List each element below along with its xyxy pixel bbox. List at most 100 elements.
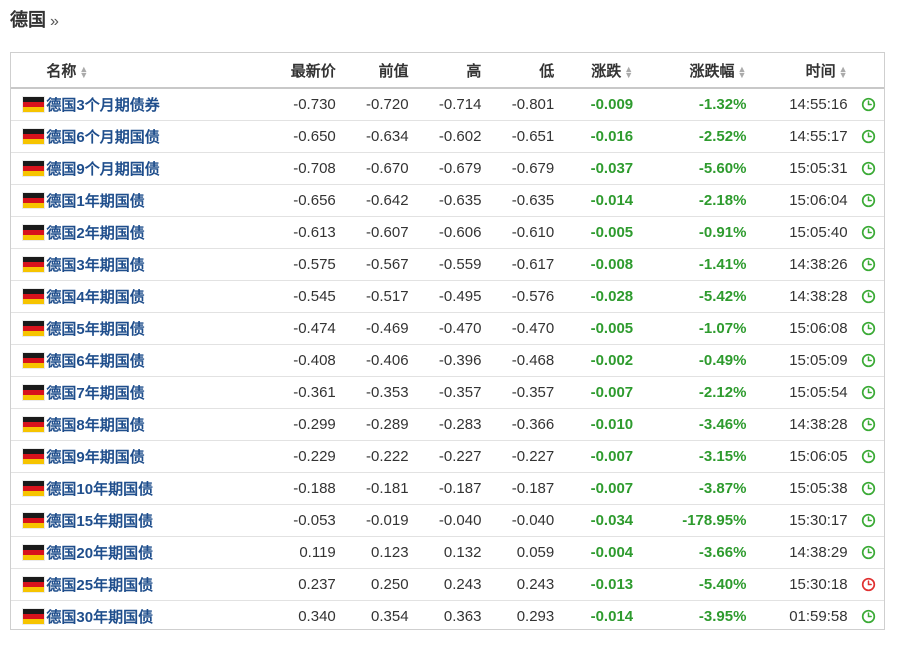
header-prev-label: 前值 <box>378 62 409 80</box>
bond-name-link[interactable]: 德国3个月期债券 <box>46 97 159 114</box>
name-cell: 德国10年期国债 <box>46 472 265 505</box>
header-high[interactable]: 高 <box>414 53 488 89</box>
clock-icon[interactable] <box>861 129 876 144</box>
change-cell: -0.004 <box>560 536 640 569</box>
prev-value-cell: -0.469 <box>341 312 415 345</box>
time-cell: 14:55:16 <box>752 88 854 121</box>
table-row: 德国1年期国债 -0.656 -0.642 -0.635 -0.635 -0.0… <box>11 184 884 217</box>
bond-name-link[interactable]: 德国15年期国债 <box>46 513 153 530</box>
bond-name-link[interactable]: 德国30年期国债 <box>46 609 153 626</box>
header-prev[interactable]: 前值 <box>341 53 415 89</box>
change-cell: -0.007 <box>560 472 640 505</box>
clock-icon[interactable] <box>861 545 876 560</box>
sort-arrows-icon[interactable]: ▲ ▼ <box>624 64 633 79</box>
clock-icon[interactable] <box>861 225 876 240</box>
clock-icon[interactable] <box>861 609 876 624</box>
table-row: 德国3年期国债 -0.575 -0.567 -0.559 -0.617 -0.0… <box>11 248 884 281</box>
flag-cell <box>11 120 47 153</box>
clock-icon[interactable] <box>861 289 876 304</box>
clock-icon[interactable] <box>861 193 876 208</box>
table-row: 德国9年期国债 -0.229 -0.222 -0.227 -0.227 -0.0… <box>11 440 884 473</box>
bond-name-link[interactable]: 德国2年期国债 <box>46 225 144 242</box>
header-low[interactable]: 低 <box>487 53 561 89</box>
header-last[interactable]: 最新价 <box>264 53 342 89</box>
clock-icon[interactable] <box>861 385 876 400</box>
header-name[interactable]: 名称 ▲ ▼ <box>46 53 265 89</box>
bond-name-link[interactable]: 德国9个月期国债 <box>46 161 159 178</box>
clock-icon[interactable] <box>861 321 876 336</box>
change-pct-cell: -0.49% <box>639 344 753 377</box>
page-title-text: 德国 <box>10 10 46 30</box>
bond-name-link[interactable]: 德国9年期国债 <box>46 449 144 466</box>
change-cell: -0.013 <box>560 568 640 601</box>
clock-icon[interactable] <box>861 577 876 592</box>
sort-arrows-icon[interactable]: ▲ ▼ <box>738 64 747 79</box>
status-cell <box>853 88 884 121</box>
bond-name-link[interactable]: 德国4年期国债 <box>46 289 144 306</box>
status-cell <box>853 184 884 217</box>
bond-name-link[interactable]: 德国5年期国债 <box>46 321 144 338</box>
time-cell: 15:05:09 <box>752 344 854 377</box>
bond-name-link[interactable]: 德国7年期国债 <box>46 385 144 402</box>
clock-icon[interactable] <box>861 449 876 464</box>
prev-value-cell: -0.634 <box>341 120 415 153</box>
header-chg-pct[interactable]: 涨跌幅 ▲ ▼ <box>639 53 753 89</box>
clock-icon[interactable] <box>861 353 876 368</box>
table-row: 德国30年期国债 0.340 0.354 0.363 0.293 -0.014 … <box>11 600 884 629</box>
clock-icon[interactable] <box>861 481 876 496</box>
time-cell: 14:38:28 <box>752 280 854 313</box>
flag-cell <box>11 600 46 629</box>
bond-name-link[interactable]: 德国25年期国债 <box>46 577 153 594</box>
table-row: 德国4年期国债 -0.545 -0.517 -0.495 -0.576 -0.0… <box>11 280 884 313</box>
table-row: 德国8年期国债 -0.299 -0.289 -0.283 -0.366 -0.0… <box>11 408 884 441</box>
high-cell: 0.243 <box>414 568 488 601</box>
sort-arrows-icon[interactable]: ▲ ▼ <box>79 64 88 79</box>
status-cell <box>853 568 884 601</box>
prev-value-cell: -0.720 <box>341 88 415 121</box>
table-row: 德国6个月期国债 -0.650 -0.634 -0.602 -0.651 -0.… <box>11 120 884 153</box>
bond-name-link[interactable]: 德国20年期国债 <box>46 545 153 562</box>
name-cell: 德国2年期国债 <box>46 216 265 249</box>
bond-name-link[interactable]: 德国10年期国债 <box>46 481 153 498</box>
header-time-label: 时间 <box>805 62 836 80</box>
flag-cell <box>11 88 47 121</box>
change-cell: -0.007 <box>560 440 640 473</box>
clock-icon[interactable] <box>861 257 876 272</box>
prev-value-cell: -0.406 <box>341 344 415 377</box>
change-cell: -0.010 <box>560 408 640 441</box>
bond-name-link[interactable]: 德国3年期国债 <box>46 257 144 274</box>
time-cell: 14:38:28 <box>752 408 854 441</box>
name-cell: 德国6个月期国债 <box>46 120 265 153</box>
clock-icon[interactable] <box>861 513 876 528</box>
name-cell: 德国3个月期债券 <box>46 88 265 121</box>
bond-name-link[interactable]: 德国6个月期国债 <box>46 129 159 146</box>
high-cell: -0.357 <box>414 376 488 409</box>
germany-flag-icon <box>23 545 44 561</box>
change-pct-cell: -1.41% <box>639 248 753 281</box>
header-chg[interactable]: 涨跌 ▲ ▼ <box>560 53 640 89</box>
clock-icon[interactable] <box>861 417 876 432</box>
germany-flag-icon <box>23 225 44 241</box>
name-cell: 德国6年期国债 <box>46 344 265 377</box>
table-body: 德国3个月期债券 -0.730 -0.720 -0.714 -0.801 -0.… <box>11 88 884 629</box>
clock-icon[interactable] <box>861 97 876 112</box>
bond-name-link[interactable]: 德国8年期国债 <box>46 417 144 434</box>
name-cell: 德国8年期国债 <box>46 408 265 441</box>
time-cell: 14:55:17 <box>752 120 854 153</box>
name-cell: 德国7年期国债 <box>46 376 265 409</box>
bond-name-link[interactable]: 德国1年期国债 <box>46 193 144 210</box>
change-pct-cell: -3.95% <box>698 607 747 625</box>
high-cell: 0.363 <box>443 607 482 625</box>
status-cell <box>853 344 884 377</box>
sort-arrows-icon[interactable]: ▲ ▼ <box>839 64 848 79</box>
high-cell: -0.396 <box>414 344 488 377</box>
last-price-cell: 0.237 <box>264 568 342 601</box>
status-cell <box>853 504 884 537</box>
status-cell <box>853 472 884 505</box>
change-cell: -0.028 <box>560 280 640 313</box>
clock-icon[interactable] <box>861 161 876 176</box>
germany-flag-icon <box>23 129 44 145</box>
bond-name-link[interactable]: 德国6年期国债 <box>46 353 144 370</box>
prev-value-cell: -0.353 <box>341 376 415 409</box>
header-time[interactable]: 时间 ▲ ▼ <box>752 53 854 89</box>
